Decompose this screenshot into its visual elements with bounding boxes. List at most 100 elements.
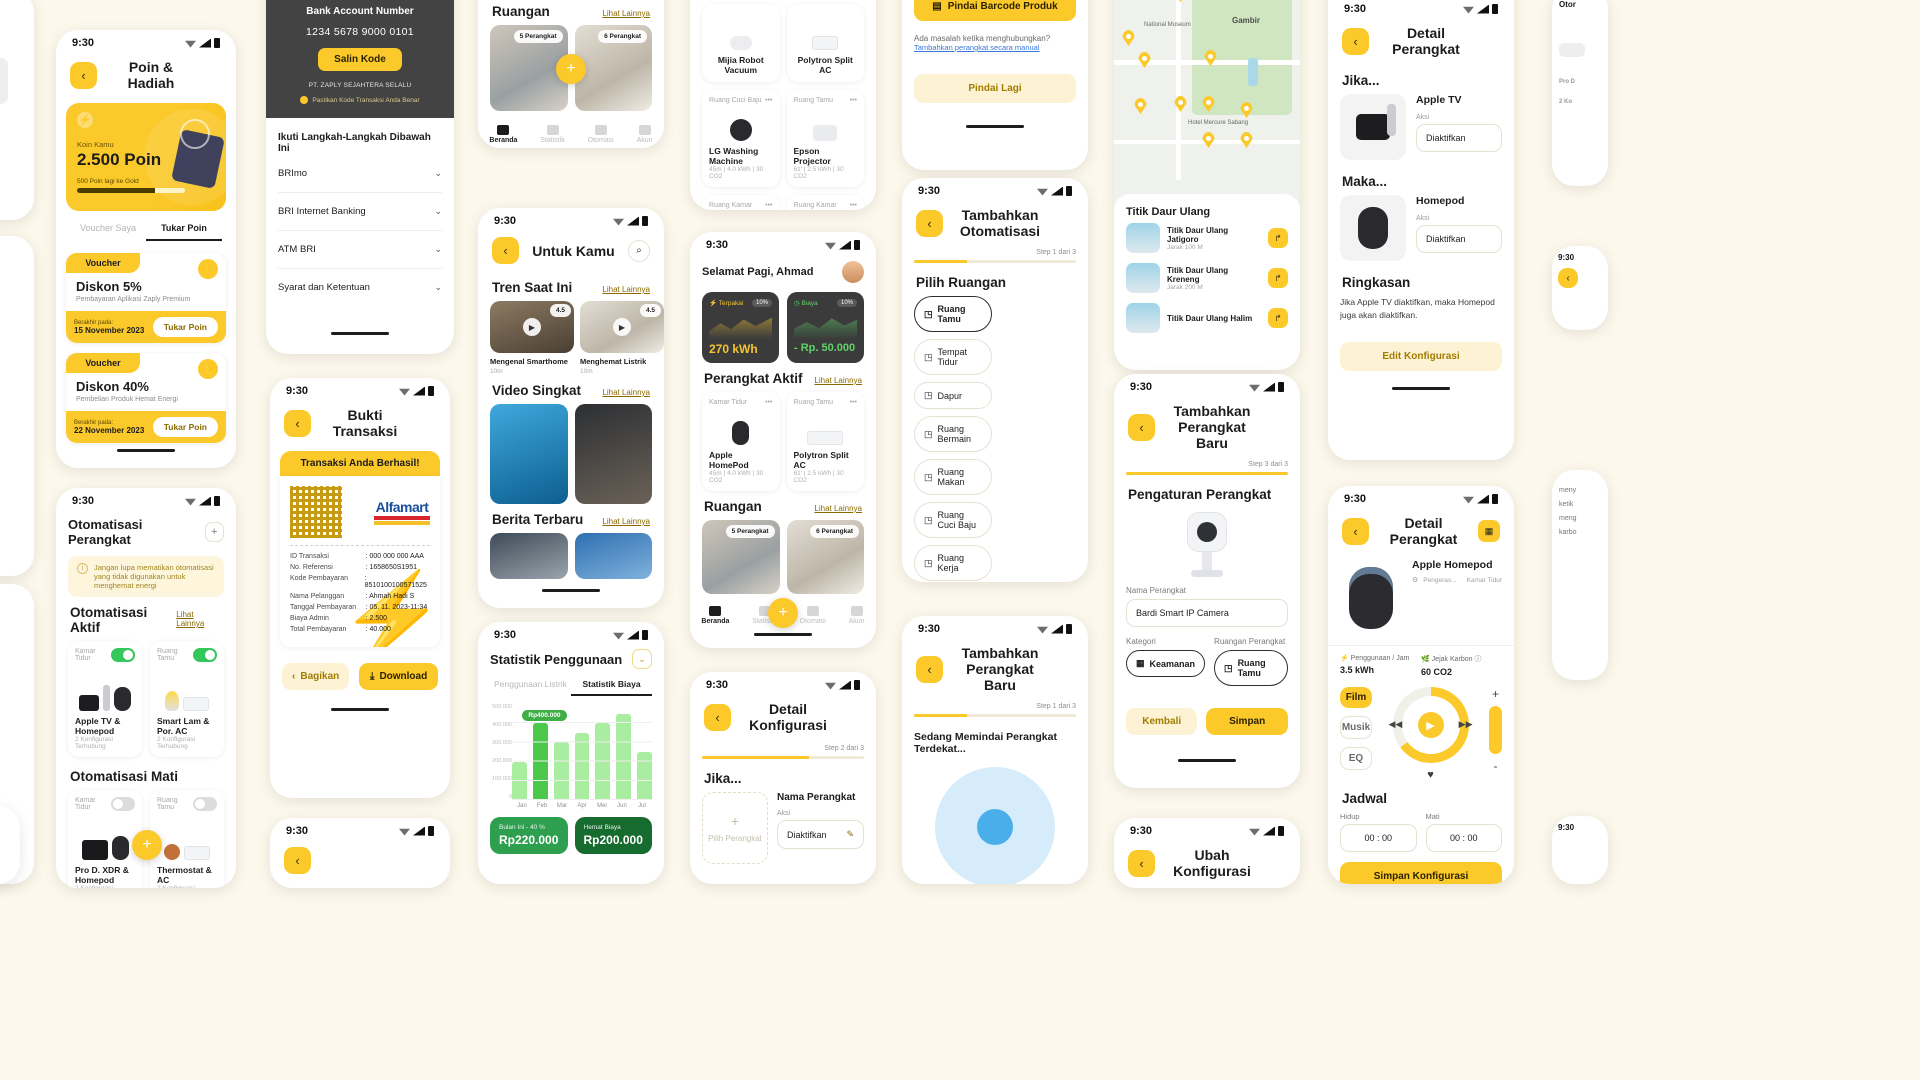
category-select[interactable]: ▦ Keamanan (1126, 650, 1206, 677)
back-step-button[interactable]: Kembali (1126, 708, 1198, 735)
room-option-ruang-bermain[interactable]: ◳ Ruang Bermain (914, 416, 992, 452)
more-icon[interactable]: ••• (765, 399, 772, 406)
tab-statistik[interactable]: Statistik (540, 125, 565, 144)
mode-musik-button[interactable]: Musik (1340, 716, 1372, 739)
recycle-point-item[interactable]: Titik Daur Ulang Halim ↱ (1126, 298, 1288, 338)
content-card[interactable]: ▶ 4.5 Mengenal Smarthome 10m (490, 301, 574, 375)
back-button[interactable]: ‹ (1342, 517, 1369, 545)
back-button[interactable]: ‹ (704, 703, 731, 731)
volume-minus-icon[interactable]: - (1494, 759, 1498, 773)
tab-akun[interactable]: Akun (849, 606, 865, 625)
accordion-internet-banking[interactable]: BRI Internet Banking ⌄ (278, 193, 442, 231)
see-more-link[interactable]: Lihat Lainnya (602, 9, 650, 18)
device-card[interactable]: Kamar Tidur ••• Apple HomePod 45m | 4.0 k… (702, 392, 780, 491)
automation-toggle[interactable] (110, 797, 135, 811)
room-card[interactable]: 5 Perangkat (702, 520, 780, 594)
voucher-redeem-button[interactable]: Tukar Poin (152, 417, 218, 437)
tab-tukar-poin[interactable]: Tukar Poin (146, 223, 222, 241)
schedule-on-input[interactable]: 00 : 00 (1340, 824, 1417, 852)
automation-card[interactable]: Kamar Tidur Apple TV & Homepod 2 Konfigu… (68, 641, 142, 757)
schedule-off-input[interactable]: 00 : 00 (1425, 824, 1502, 852)
action-field[interactable]: Diaktifkan (1416, 225, 1502, 253)
back-button[interactable]: ‹ (1128, 413, 1155, 441)
room-option-ruang-tamu[interactable]: ◳ Ruang Tamu (914, 296, 992, 332)
accordion-terms[interactable]: Syarat dan Ketentuan ⌄ (278, 269, 442, 306)
video-card[interactable] (574, 404, 652, 504)
device-card[interactable]: Ruang Cuci Baju ••• LG Washing Machine 45… (702, 90, 780, 187)
see-more-link[interactable]: Lihat Lainnya (814, 376, 862, 385)
more-icon[interactable]: ••• (765, 202, 772, 209)
device-card[interactable]: Ruang Tamu ••• Epson Projector 61' | 2.5 … (786, 90, 864, 187)
recycle-point-item[interactable]: Titik Daur Ulang Jatigoro Jarak 100 M ↱ (1126, 218, 1288, 258)
retry-scan-button[interactable]: Pindai Lagi (914, 74, 1076, 103)
scan-barcode-button[interactable]: ▤ Pindai Barcode Produk (914, 0, 1076, 21)
automation-toggle[interactable] (110, 648, 135, 662)
tab-otomasi[interactable]: Otomasi (588, 125, 614, 144)
voucher-card[interactable]: Voucher ⚡ Diskon 5% Pembayaran Aplikasi … (66, 253, 226, 343)
share-button[interactable]: ‹ Bagikan (282, 663, 350, 690)
volume-dial[interactable]: ▶ ◀◀ ▶▶ (1389, 687, 1473, 763)
play-icon[interactable]: ▶ (1417, 712, 1444, 738)
automation-card[interactable]: Kamar Tidur Pro D. XDR & Homepod 2 Konfi… (68, 790, 142, 888)
device-card[interactable]: Ruang Kamar ••• (786, 195, 864, 210)
save-button[interactable]: Simpan (1206, 708, 1288, 735)
tab-statistik-biaya[interactable]: Statistik Biaya (571, 679, 652, 696)
room-option-ruang-cuci-baju[interactable]: ◳ Ruang Cuci Baju (914, 502, 992, 538)
see-more-link[interactable]: Lihat Lainnya (814, 504, 862, 513)
news-card[interactable] (574, 533, 652, 579)
back-button[interactable]: ‹ (916, 209, 943, 237)
back-button[interactable]: ‹ (492, 237, 519, 264)
edit-config-button[interactable]: Edit Konfigurasi (1340, 341, 1502, 371)
see-more-link[interactable]: Lihat Lainnya (602, 285, 650, 294)
room-option-ruang-makan[interactable]: ◳ Ruang Makan (914, 459, 992, 495)
mode-eq-button[interactable]: EQ (1340, 747, 1372, 770)
grid-icon[interactable]: ▦ (1478, 520, 1500, 542)
automation-toggle[interactable] (193, 797, 217, 811)
copy-code-button[interactable]: Salin Kode (318, 48, 402, 71)
room-option-dapur[interactable]: ◳ Dapur (914, 382, 992, 409)
back-button[interactable]: ‹ (284, 409, 311, 437)
add-fab-button[interactable]: + (556, 54, 586, 84)
room-option-tempat-tidur[interactable]: ◳ Tempat Tidur (914, 339, 992, 375)
device-card[interactable]: Ruang Tamu ••• Polytron Split AC 61' | 2.… (786, 392, 864, 491)
map-pin[interactable] (1240, 132, 1253, 148)
device-name-input[interactable]: Bardi Smart IP Camera (1126, 599, 1288, 627)
save-config-button[interactable]: Simpan Konfigurasi (1340, 862, 1502, 884)
tab-voucher-saya[interactable]: Voucher Saya (70, 223, 146, 241)
navigate-icon[interactable]: ↱ (1268, 308, 1288, 328)
see-more-link[interactable]: Lihat Lainnya (602, 388, 650, 397)
more-icon[interactable]: ••• (850, 97, 857, 104)
content-card[interactable]: ▶ 4.5 Menghemat Listrik 10m (580, 301, 664, 375)
prev-icon[interactable]: ◀◀ (1389, 719, 1403, 730)
add-fab-button[interactable]: + (768, 598, 798, 628)
action-field[interactable]: Diaktifkan ✎ (777, 820, 864, 849)
play-icon[interactable]: ▶ (523, 318, 541, 336)
tab-beranda[interactable]: Beranda (701, 606, 729, 625)
tab-akun[interactable]: Akun (637, 125, 653, 144)
voucher-redeem-button[interactable]: Tukar Poin (152, 317, 218, 337)
back-button[interactable]: ‹ (1342, 27, 1369, 55)
tab-otomasi[interactable]: Otomasi (800, 606, 826, 625)
search-icon[interactable]: ⌕ (628, 239, 650, 262)
recycle-point-item[interactable]: Titik Daur Ulang Kreneng Jarak 200 M ↱ (1126, 258, 1288, 298)
pick-device-placeholder[interactable]: + Pilih Perangkat (702, 792, 768, 864)
device-card[interactable]: Ruang Kamar ••• (702, 195, 780, 210)
back-button[interactable]: ‹ (70, 61, 97, 89)
tab-penggunaan-listrik[interactable]: Penggunaan Listrik (490, 679, 571, 696)
volume-plus-icon[interactable]: + (1492, 687, 1499, 701)
heart-icon[interactable]: ♥ (1427, 769, 1434, 781)
map-pin[interactable] (1134, 98, 1147, 114)
play-icon[interactable]: ▶ (613, 318, 631, 336)
map-pin[interactable] (1202, 132, 1215, 148)
accordion-brimo[interactable]: BRImo ⌄ (278, 154, 442, 193)
see-more-link[interactable]: Lihat Lainnya (176, 610, 222, 628)
room-card[interactable]: 6 Perangkat (786, 520, 864, 594)
automation-card[interactable]: Ruang Tamu Smart Lam & Por. AC 2 Konfigu… (150, 641, 224, 757)
volume-slider[interactable] (1489, 706, 1502, 754)
map-pin[interactable] (1138, 52, 1151, 68)
edit-icon[interactable]: ✎ (846, 829, 854, 840)
back-button[interactable]: ‹ (916, 655, 943, 683)
accordion-atm[interactable]: ATM BRI ⌄ (278, 231, 442, 269)
room-select[interactable]: ◳ Ruang Tamu (1214, 650, 1288, 686)
news-card[interactable] (490, 533, 568, 579)
